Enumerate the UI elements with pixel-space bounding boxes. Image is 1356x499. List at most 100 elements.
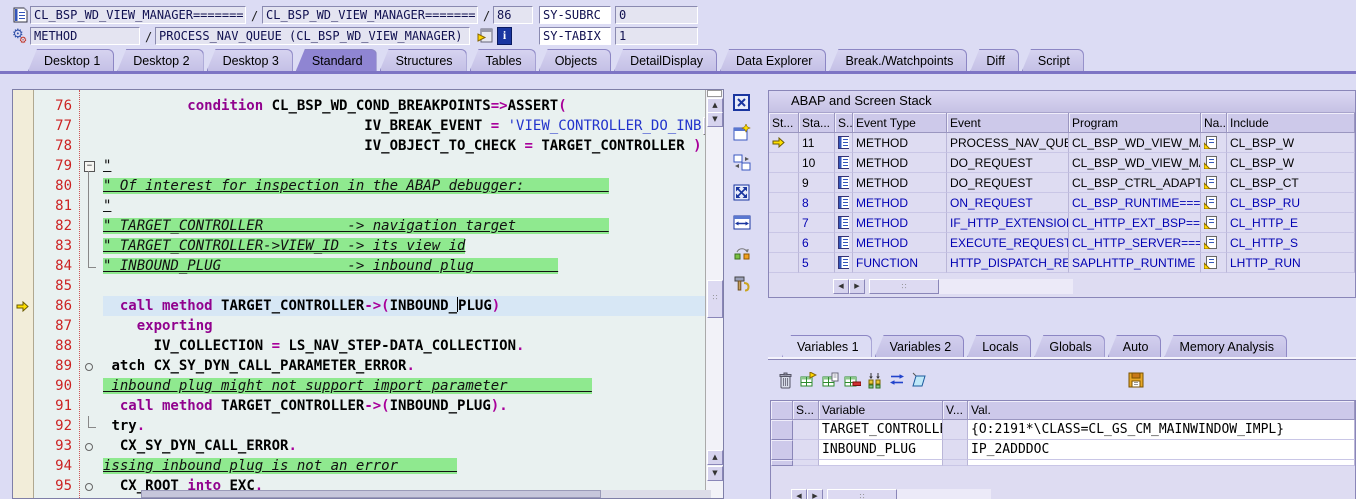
editor-vertical-scrollbar[interactable]: ▲ ▼ ∷ ▲ ▼ [705, 90, 723, 498]
code-line[interactable]: 94 issing inbound plug is not an error [13, 456, 706, 476]
scrollbar-thumb[interactable]: ∷ [827, 489, 897, 499]
stack-cell-program[interactable]: CL_HTTP_EXT_BSP=== .. [1069, 213, 1201, 233]
event-name-field[interactable]: PROCESS_NAV_QUEUE (CL_BSP_WD_VIEW_MANAGE… [155, 27, 470, 45]
info-icon[interactable]: i [497, 27, 512, 45]
code-line[interactable]: 81 " [13, 196, 706, 216]
stack-horizontal-scrollbar[interactable]: ◀ ▶ ∷ [833, 278, 1073, 295]
fold-circle-icon[interactable] [79, 476, 103, 496]
tab-variables-2[interactable]: Variables 2 [874, 335, 965, 357]
tab-diff[interactable]: Diff [970, 49, 1019, 71]
code-line[interactable]: 87 exporting [13, 316, 706, 336]
navigate-icon[interactable] [1201, 173, 1227, 193]
code-line[interactable]: 91 call method TARGET_CONTROLLER->(INBOU… [13, 396, 706, 416]
swap-sessions-icon[interactable] [733, 244, 751, 262]
stack-cell-event-type[interactable]: METHOD [853, 153, 947, 173]
code-line[interactable]: 84 " INBOUND_PLUG -> inbound plug [13, 256, 706, 276]
tab-break-watchpoints[interactable]: Break./Watchpoints [829, 49, 968, 71]
scroll-down-button[interactable]: ▼ [707, 466, 723, 481]
code-line[interactable]: 85 [13, 276, 706, 296]
stack-cell-include[interactable]: CL_HTTP_S [1227, 233, 1355, 253]
copy-variables-icon[interactable] [822, 372, 839, 389]
code-line[interactable]: 90 inbound plug might not support import… [13, 376, 706, 396]
filter-variables-icon[interactable] [910, 372, 927, 389]
goto-statement-icon[interactable] [477, 28, 493, 48]
variables-cell-name[interactable]: INBOUND_PLUG [819, 440, 943, 460]
code-editor[interactable]: 76 condition CL_BSP_WD_COND_BREAKPOINTS=… [12, 89, 724, 499]
fold-line-icon[interactable] [79, 236, 103, 256]
stack-cell-program[interactable]: CL_BSP_RUNTIME==== .. [1069, 193, 1201, 213]
fold-circle-icon[interactable] [79, 436, 103, 456]
stack-cell-program[interactable]: CL_BSP_WD_VIEW_MAN.. [1069, 153, 1201, 173]
fold-line-icon[interactable] [79, 216, 103, 236]
fold-circle-icon[interactable] [79, 356, 103, 376]
stack-cell-event-type[interactable]: FUNCTION [853, 253, 947, 273]
editor-horizontal-scrollbar[interactable] [141, 490, 711, 498]
stack-cell-include[interactable]: CL_HTTP_E [1227, 213, 1355, 233]
row-selector[interactable] [771, 440, 793, 460]
stack-cell-event-type[interactable]: METHOD [853, 173, 947, 193]
row-selector[interactable] [771, 420, 793, 440]
stack-cell-program[interactable]: CL_BSP_WD_VIEW_MAN.. [1069, 133, 1201, 153]
stack-cell-program[interactable]: SAPLHTTP_RUNTIME [1069, 253, 1201, 273]
scrollbar-thumb[interactable]: ∷ [869, 279, 939, 294]
stack-cell-program[interactable]: CL_HTTP_SERVER==== .. [1069, 233, 1201, 253]
stack-cell-event[interactable]: HTTP_DISPATCH_REQU.. [947, 253, 1069, 273]
fold-line-icon[interactable] [79, 176, 103, 196]
scroll-right-button[interactable]: ▶ [849, 279, 865, 294]
delete-variable-icon[interactable] [778, 372, 795, 389]
scrollbar-track[interactable] [939, 279, 1073, 294]
tab-desktop-2[interactable]: Desktop 2 [117, 49, 204, 71]
tab-data-explorer[interactable]: Data Explorer [720, 49, 827, 71]
fold-corner-icon[interactable] [79, 416, 103, 436]
code-line[interactable]: 76 condition CL_BSP_WD_COND_BREAKPOINTS=… [13, 96, 706, 116]
scroll-up-button[interactable]: ▲ [707, 450, 723, 465]
stack-cell-include[interactable]: CL_BSP_W [1227, 133, 1355, 153]
stack-cell-include[interactable]: LHTTP_RUN [1227, 253, 1355, 273]
navigate-icon[interactable] [1201, 213, 1227, 233]
tab-desktop-1[interactable]: Desktop 1 [28, 49, 115, 71]
sy-tabix-value-field[interactable]: 1 [615, 27, 698, 45]
stack-cell-event-type[interactable]: METHOD [853, 133, 947, 153]
tools-icon[interactable] [733, 274, 751, 292]
code-line[interactable]: 89 atch CX_SY_DYN_CALL_PARAMETER_ERROR. [13, 356, 706, 376]
tab-structures[interactable]: Structures [379, 49, 467, 71]
splitter-handle[interactable] [707, 90, 722, 97]
tab-desktop-3[interactable]: Desktop 3 [206, 49, 293, 71]
tab-auto[interactable]: Auto [1107, 335, 1162, 357]
stack-cell-event[interactable]: DO_REQUEST [947, 173, 1069, 193]
sy-subrc-value-field[interactable]: 0 [615, 6, 698, 24]
sy-tabix-label-field[interactable]: SY-TABIX [539, 27, 611, 45]
scroll-left-button[interactable]: ◀ [791, 489, 807, 499]
sy-subrc-label-field[interactable]: SY-SUBRC [539, 6, 611, 24]
scrollbar-thumb[interactable] [141, 490, 601, 498]
compare-variables-icon[interactable] [866, 372, 883, 389]
variables-cell-value[interactable]: {O:2191*\CLASS=CL_GS_CM_MAINWINDOW_IMPL} [968, 420, 1355, 440]
scroll-left-button[interactable]: ◀ [833, 279, 849, 294]
stack-cell-event[interactable]: EXECUTE_REQUEST [947, 233, 1069, 253]
stack-cell-program[interactable]: CL_BSP_CTRL_ADAPTER .. [1069, 173, 1201, 193]
code-line[interactable]: 88 IV_COLLECTION = LS_NAV_STEP-DATA_COLL… [13, 336, 706, 356]
line-number-field[interactable]: 86 [493, 6, 533, 24]
variables-cell-value[interactable]: IP_2ADDDOC [968, 440, 1355, 460]
code-line[interactable]: 93 CX_SY_DYN_CALL_ERROR. [13, 436, 706, 456]
stack-cell-include[interactable]: CL_BSP_W [1227, 153, 1355, 173]
tab-globals[interactable]: Globals [1034, 335, 1105, 357]
stack-cell-event[interactable]: IF_HTTP_EXTENSION~H.. [947, 213, 1069, 233]
code-line[interactable]: 79− " [13, 156, 706, 176]
variables-cell-value[interactable] [968, 460, 1355, 466]
close-pane-icon[interactable] [733, 94, 751, 112]
navigate-icon[interactable] [1201, 193, 1227, 213]
tab-detaildisplay[interactable]: DetailDisplay [614, 49, 718, 71]
navigate-icon[interactable] [1201, 253, 1227, 273]
variables-cell-name[interactable] [819, 460, 943, 466]
code-line[interactable]: 82 " TARGET_CONTROLLER -> navigation targ… [13, 216, 706, 236]
stack-cell-event-type[interactable]: METHOD [853, 193, 947, 213]
row-selector[interactable] [771, 460, 793, 466]
tab-standard[interactable]: Standard [295, 49, 377, 71]
main-program-field[interactable]: CL_BSP_WD_VIEW_MANAGER=======... [30, 6, 246, 24]
code-line[interactable]: 86 call method TARGET_CONTROLLER->(INBOU… [13, 296, 706, 316]
event-type-field[interactable]: METHOD [30, 27, 140, 45]
remove-variables-icon[interactable] [844, 372, 862, 389]
scrollbar-thumb[interactable]: ∷ [707, 280, 723, 318]
variables-cell-name[interactable]: TARGET_CONTROLLER [819, 420, 943, 440]
